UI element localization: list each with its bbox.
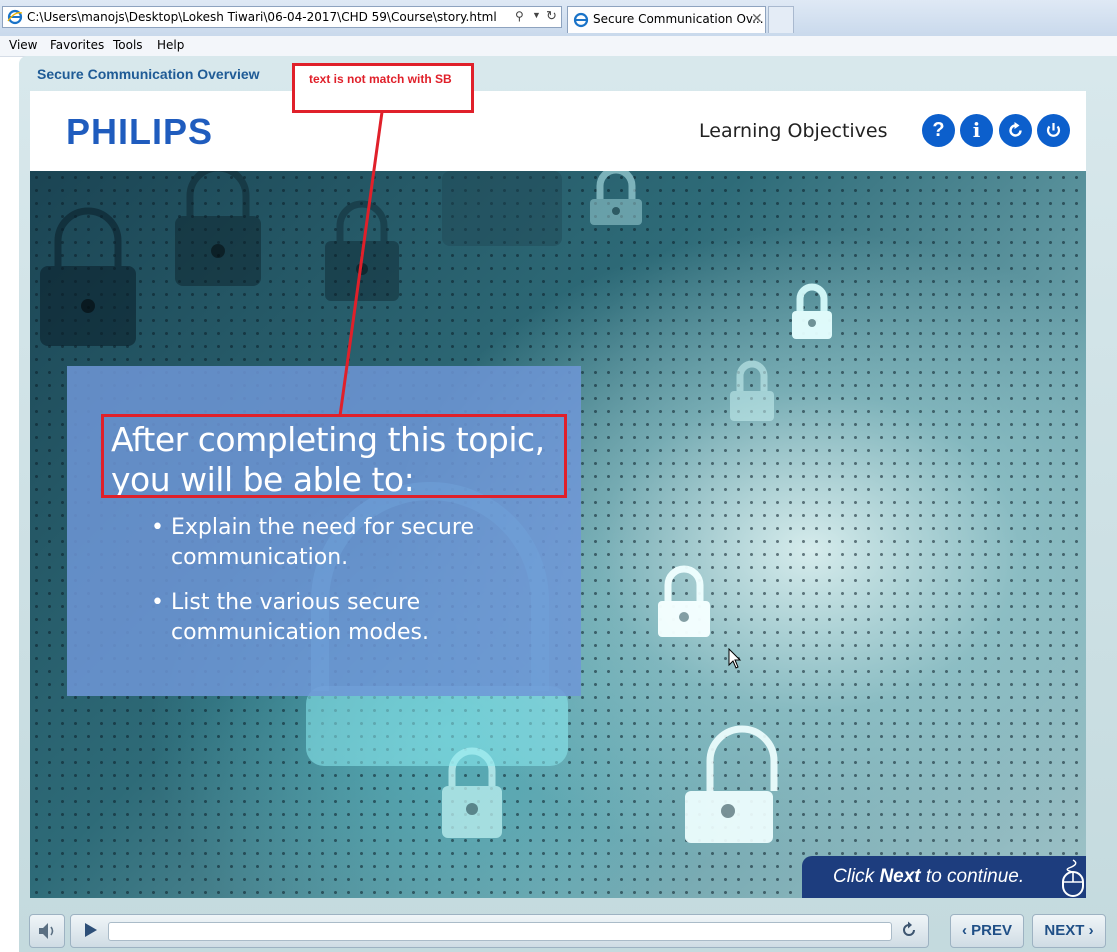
prev-button[interactable]: ‹ PREV [950,914,1024,948]
chevron-right-icon: › [1088,922,1094,939]
restart-icon[interactable] [899,920,919,940]
annotation-connector [338,111,384,417]
volume-button[interactable] [29,914,65,948]
chevron-left-icon: ‹ [961,922,967,939]
next-label: NEXT [1044,922,1085,939]
speaker-icon [39,923,54,939]
next-button[interactable]: NEXT › [1032,914,1106,948]
annotation-text: text is not match with SB [309,72,452,86]
play-icon[interactable] [84,922,98,938]
seek-bar[interactable] [108,922,892,941]
prev-label: PREV [971,922,1013,939]
